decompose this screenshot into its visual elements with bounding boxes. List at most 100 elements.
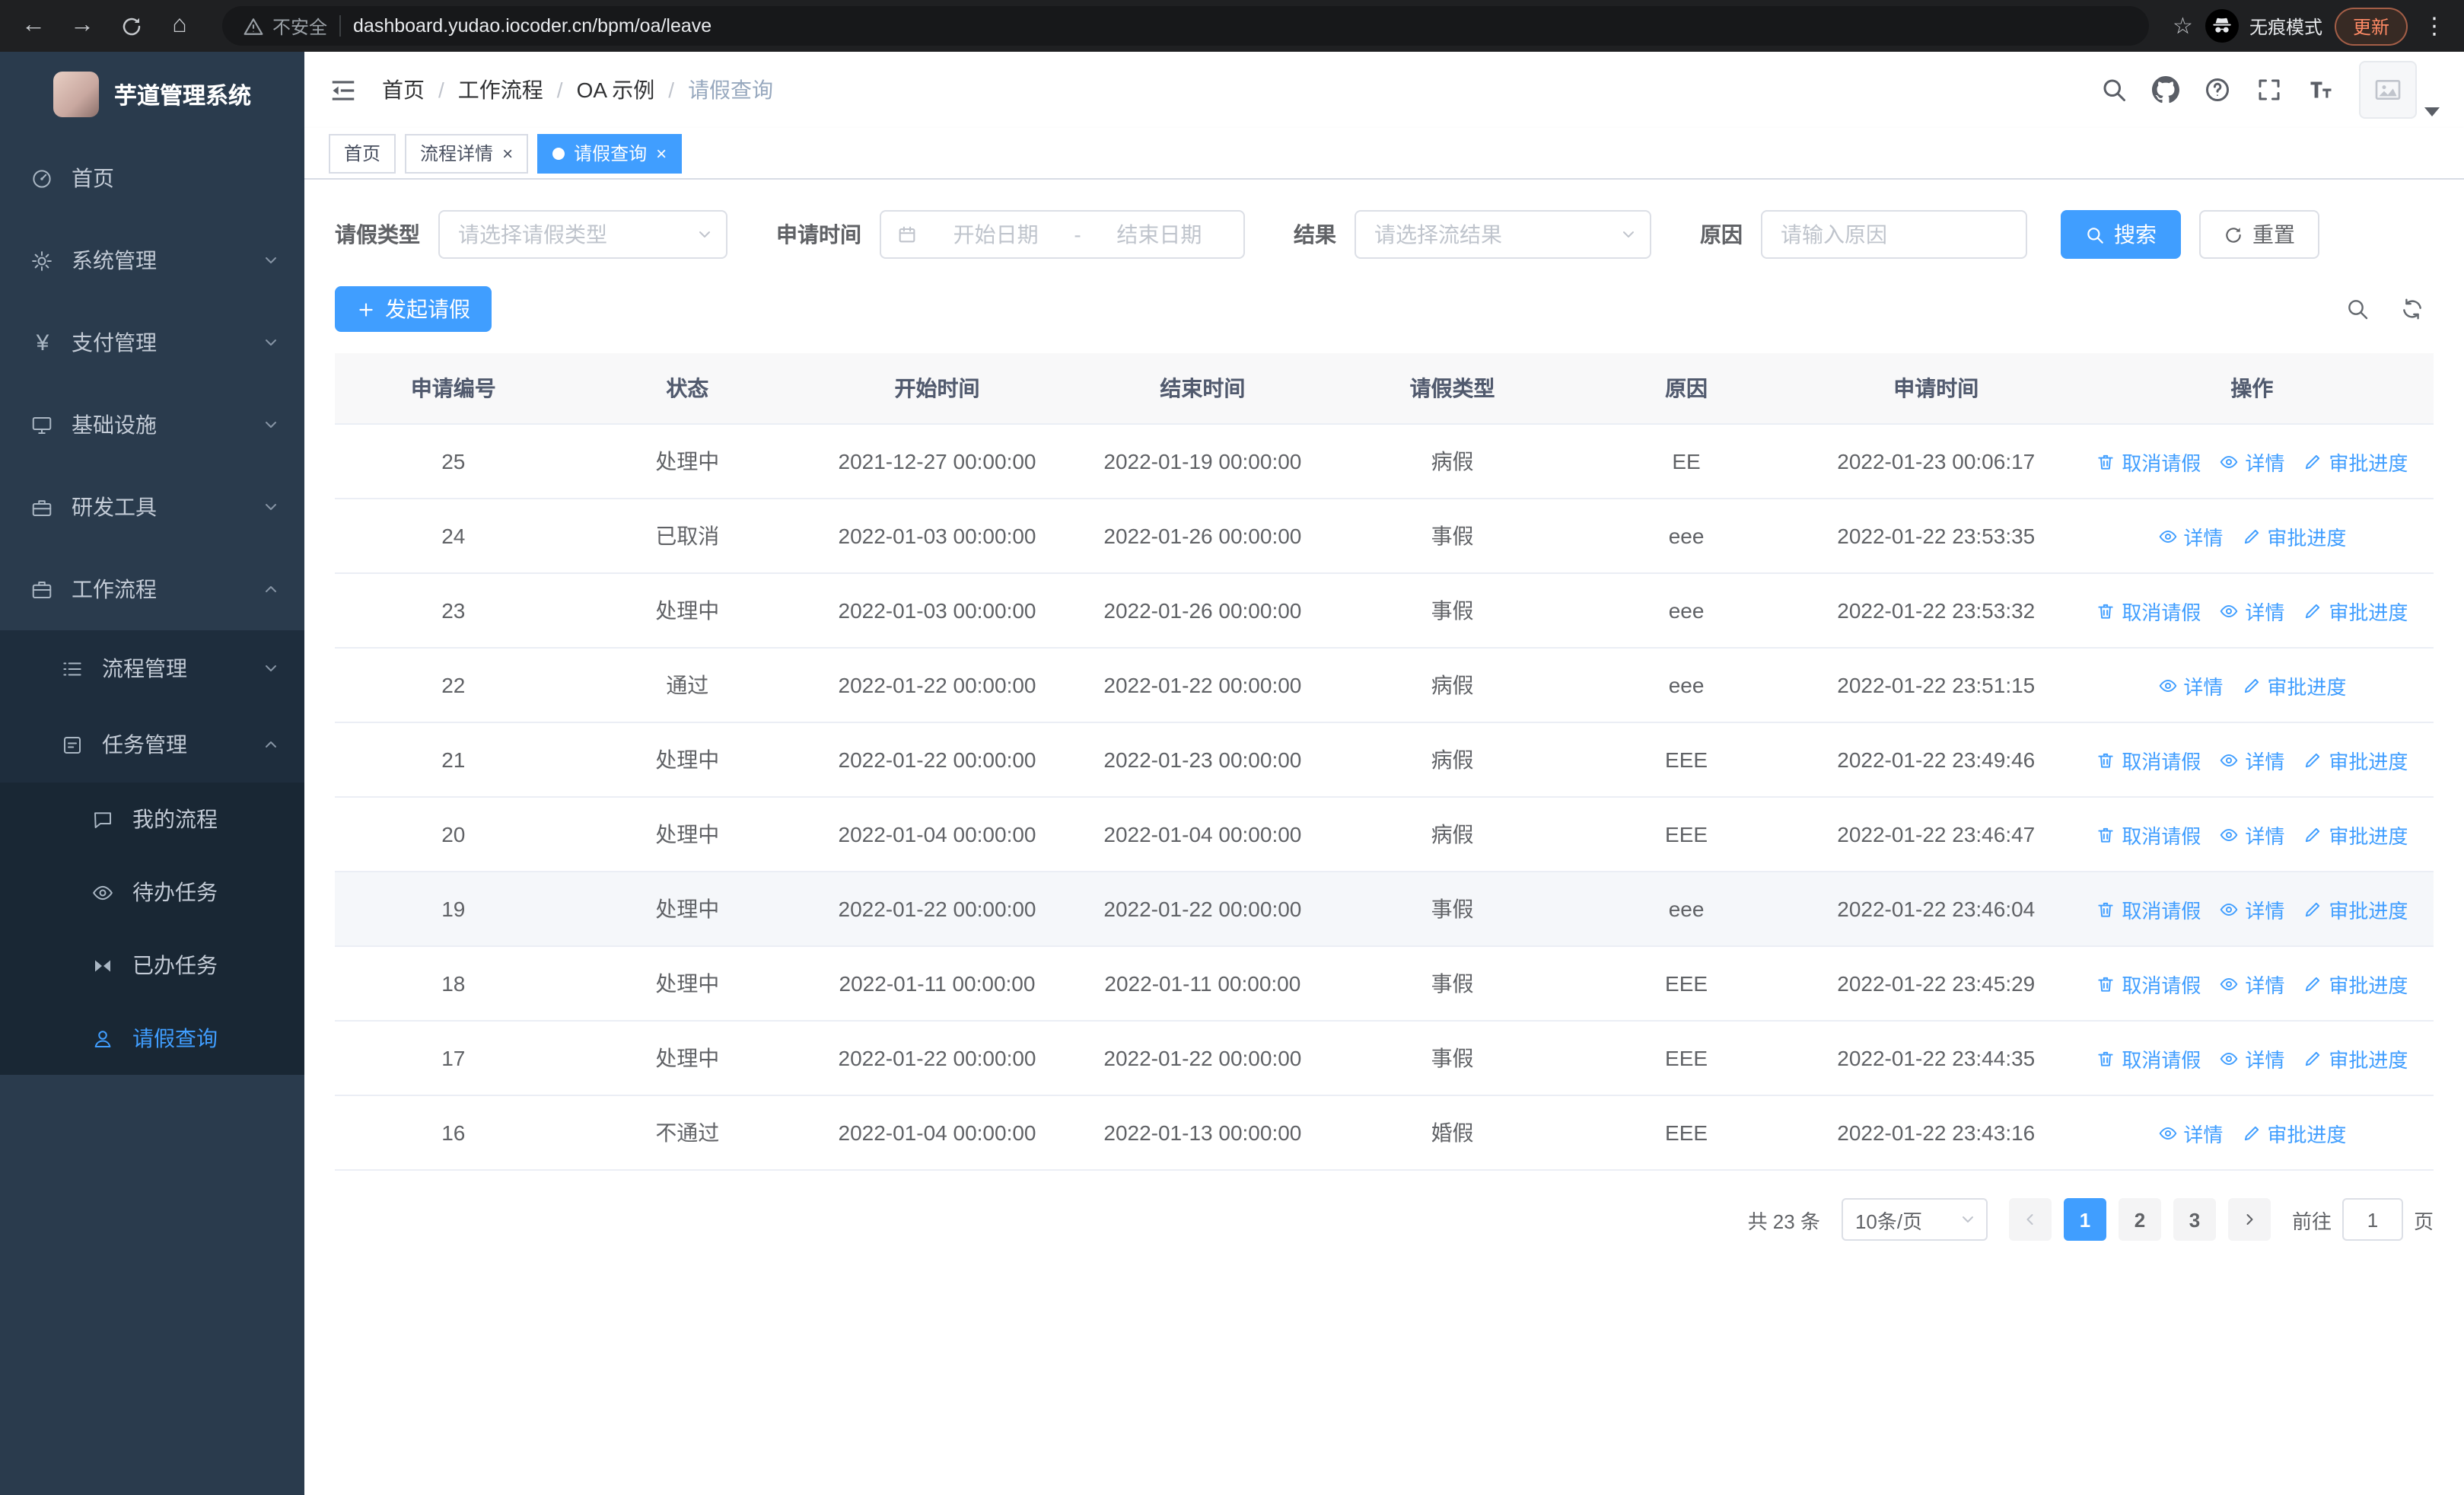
progress-link[interactable]: 审批进度 — [2303, 894, 2408, 923]
browser-back-button[interactable]: ← — [15, 8, 52, 44]
user-menu[interactable] — [2359, 61, 2440, 119]
search-icon[interactable] — [2100, 76, 2128, 104]
progress-link[interactable]: 审批进度 — [2303, 745, 2408, 774]
eye-icon — [2219, 824, 2239, 844]
detail-link[interactable]: 详情 — [2219, 894, 2284, 923]
cancel-leave-link[interactable]: 取消请假 — [2096, 447, 2201, 476]
refresh-icon[interactable] — [2400, 297, 2424, 321]
sidebar-item-dev-tools[interactable]: 研发工具 — [0, 466, 304, 548]
sidebar-item-task-management[interactable]: 任务管理 — [0, 706, 304, 783]
detail-link[interactable]: 详情 — [2219, 447, 2284, 476]
sidebar-item-pending-tasks[interactable]: 待办任务 — [0, 856, 304, 929]
detail-link[interactable]: 详情 — [2157, 1118, 2223, 1147]
action-label: 审批进度 — [2267, 675, 2347, 698]
detail-link[interactable]: 详情 — [2219, 596, 2284, 625]
browser-home-button[interactable]: ⌂ — [161, 8, 198, 44]
goto-page-input[interactable] — [2341, 1198, 2403, 1241]
font-size-icon[interactable] — [2307, 76, 2335, 104]
page-button-3[interactable]: 3 — [2173, 1198, 2216, 1241]
sidebar-fold-icon[interactable] — [329, 75, 358, 104]
action-label: 取消请假 — [2122, 601, 2201, 623]
breadcrumb-workflow[interactable]: 工作流程 — [458, 75, 543, 105]
detail-link[interactable]: 详情 — [2219, 745, 2284, 774]
security-status[interactable]: 不安全 — [244, 13, 327, 39]
sidebar-item-payment-management[interactable]: ¥ 支付管理 — [0, 301, 304, 384]
cell-end-time: 2022-01-26 00:00:00 — [1071, 573, 1334, 649]
caret-down-icon — [2424, 104, 2440, 119]
create-leave-button[interactable]: 发起请假 — [335, 286, 492, 332]
cell-apply-time: 2022-01-22 23:53:35 — [1801, 499, 2071, 574]
browser-update-button[interactable]: 更新 — [2334, 7, 2408, 45]
chevron-down-icon — [262, 333, 280, 352]
action-label: 审批进度 — [2329, 824, 2408, 847]
tab-leave-query[interactable]: 请假查询 × — [537, 133, 683, 173]
result-select[interactable]: 请选择流结果 — [1355, 210, 1651, 259]
cancel-leave-link[interactable]: 取消请假 — [2096, 820, 2201, 849]
total-count: 共 23 条 — [1747, 1210, 1820, 1232]
browser-menu-icon[interactable]: ⋮ — [2420, 12, 2449, 40]
url-text[interactable]: dashboard.yudao.iocoder.cn/bpm/oa/leave — [353, 15, 712, 37]
cancel-leave-link[interactable]: 取消请假 — [2096, 1044, 2201, 1073]
reason-input[interactable] — [1761, 210, 2027, 259]
progress-link[interactable]: 审批进度 — [2303, 596, 2408, 625]
progress-link[interactable]: 审批进度 — [2303, 820, 2408, 849]
browser-refresh-button[interactable] — [113, 8, 149, 44]
sidebar-item-label: 支付管理 — [72, 330, 157, 355]
tasks-icon — [61, 733, 85, 756]
apply-time-range-picker[interactable]: 开始日期 - 结束日期 — [880, 210, 1245, 259]
reset-button[interactable]: 重置 — [2199, 210, 2319, 259]
detail-link[interactable]: 详情 — [2157, 521, 2223, 550]
detail-link[interactable]: 详情 — [2219, 1044, 2284, 1073]
bookmark-star-icon[interactable]: ☆ — [2173, 12, 2193, 40]
cancel-leave-link[interactable]: 取消请假 — [2096, 745, 2201, 774]
cell-leave-type: 病假 — [1333, 648, 1571, 723]
sidebar-item-process-management[interactable]: 流程管理 — [0, 630, 304, 706]
cancel-leave-link[interactable]: 取消请假 — [2096, 969, 2201, 998]
app-logo[interactable]: 芋道管理系统 — [0, 52, 304, 137]
cancel-leave-link[interactable]: 取消请假 — [2096, 894, 2201, 923]
close-icon[interactable]: × — [502, 144, 513, 162]
sidebar-item-my-processes[interactable]: 我的流程 — [0, 783, 304, 856]
sidebar-item-leave-query[interactable]: 请假查询 — [0, 1002, 304, 1075]
sidebar-item-home[interactable]: 首页 — [0, 137, 304, 219]
page-button-2[interactable]: 2 — [2118, 1198, 2161, 1241]
browser-forward-button[interactable]: → — [64, 8, 100, 44]
sidebar-item-workflow[interactable]: 工作流程 — [0, 548, 304, 630]
reset-button-label: 重置 — [2252, 222, 2295, 247]
progress-link[interactable]: 审批进度 — [2241, 521, 2346, 550]
address-bar[interactable]: 不安全 dashboard.yudao.iocoder.cn/bpm/oa/le… — [222, 6, 2149, 46]
detail-link[interactable]: 详情 — [2157, 671, 2223, 700]
action-label: 详情 — [2245, 601, 2285, 623]
tab-process-detail[interactable]: 流程详情 × — [405, 133, 529, 173]
prev-page-button[interactable] — [2008, 1198, 2052, 1241]
cancel-leave-link[interactable]: 取消请假 — [2096, 596, 2201, 625]
progress-link[interactable]: 审批进度 — [2303, 969, 2408, 998]
tab-home[interactable]: 首页 — [329, 133, 396, 173]
detail-link[interactable]: 详情 — [2219, 969, 2284, 998]
close-icon[interactable]: × — [656, 144, 667, 162]
sidebar-item-system-management[interactable]: 系统管理 — [0, 219, 304, 301]
cell-id: 18 — [335, 946, 572, 1022]
sidebar-item-done-tasks[interactable]: 已办任务 — [0, 929, 304, 1002]
next-page-button[interactable] — [2227, 1198, 2271, 1241]
detail-link[interactable]: 详情 — [2219, 820, 2284, 849]
leave-type-select[interactable]: 请选择请假类型 — [438, 210, 727, 259]
github-icon[interactable] — [2152, 76, 2179, 104]
table-row: 18 处理中 2022-01-11 00:00:00 2022-01-11 00… — [335, 946, 2434, 1022]
progress-link[interactable]: 审批进度 — [2303, 1044, 2408, 1073]
fullscreen-icon[interactable] — [2255, 76, 2283, 104]
sidebar-item-infrastructure[interactable]: 基础设施 — [0, 384, 304, 466]
breadcrumb-home[interactable]: 首页 — [382, 75, 425, 105]
top-navbar: 首页 / 工作流程 / OA 示例 / 请假查询 — [304, 52, 2464, 128]
page-button-1[interactable]: 1 — [2063, 1198, 2106, 1241]
cell-id: 21 — [335, 722, 572, 798]
action-label: 审批进度 — [2329, 601, 2408, 623]
progress-link[interactable]: 审批进度 — [2241, 671, 2346, 700]
breadcrumb-oa-example[interactable]: OA 示例 — [577, 75, 655, 105]
progress-link[interactable]: 审批进度 — [2241, 1118, 2346, 1147]
page-size-select[interactable]: 10条/页 — [1841, 1198, 1988, 1241]
help-icon[interactable] — [2204, 76, 2231, 104]
search-button[interactable]: 搜索 — [2061, 210, 2181, 259]
toggle-search-icon[interactable] — [2345, 297, 2370, 321]
progress-link[interactable]: 审批进度 — [2303, 447, 2408, 476]
